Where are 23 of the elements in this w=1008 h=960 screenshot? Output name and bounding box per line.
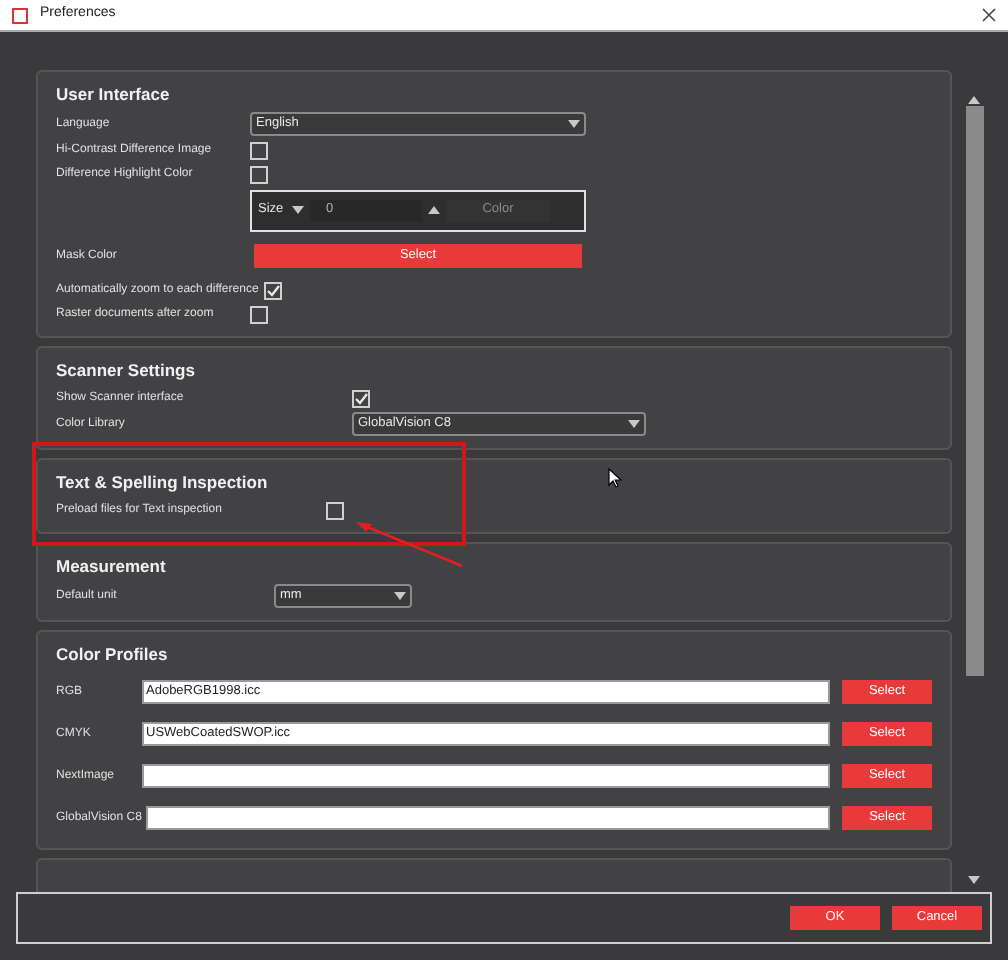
section-title: Color Profiles (56, 642, 168, 668)
checkbox[interactable] (326, 501, 344, 519)
checkbox[interactable] (352, 389, 370, 407)
caret-icon (968, 876, 980, 884)
close-icon[interactable] (982, 8, 996, 22)
annotation-arrow (352, 516, 464, 568)
checkbox[interactable] (250, 165, 268, 183)
input-field[interactable] (145, 805, 831, 829)
section-title: Text & Spelling Inspection (56, 470, 268, 496)
checkbox[interactable] (264, 281, 283, 299)
caret-icon (428, 206, 440, 214)
caret-icon (394, 592, 406, 600)
cursor-icon (608, 468, 622, 488)
caret-icon (568, 120, 580, 128)
section-title: Scanner Settings (56, 358, 195, 384)
section-title: User Interface (56, 82, 170, 108)
section-title: Measurement (56, 554, 166, 580)
caret-icon (292, 206, 304, 214)
input-field[interactable] (142, 763, 830, 787)
app-icon (12, 7, 28, 23)
checkbox[interactable] (250, 305, 268, 323)
checkbox[interactable] (250, 141, 268, 159)
caret-icon (628, 420, 640, 428)
